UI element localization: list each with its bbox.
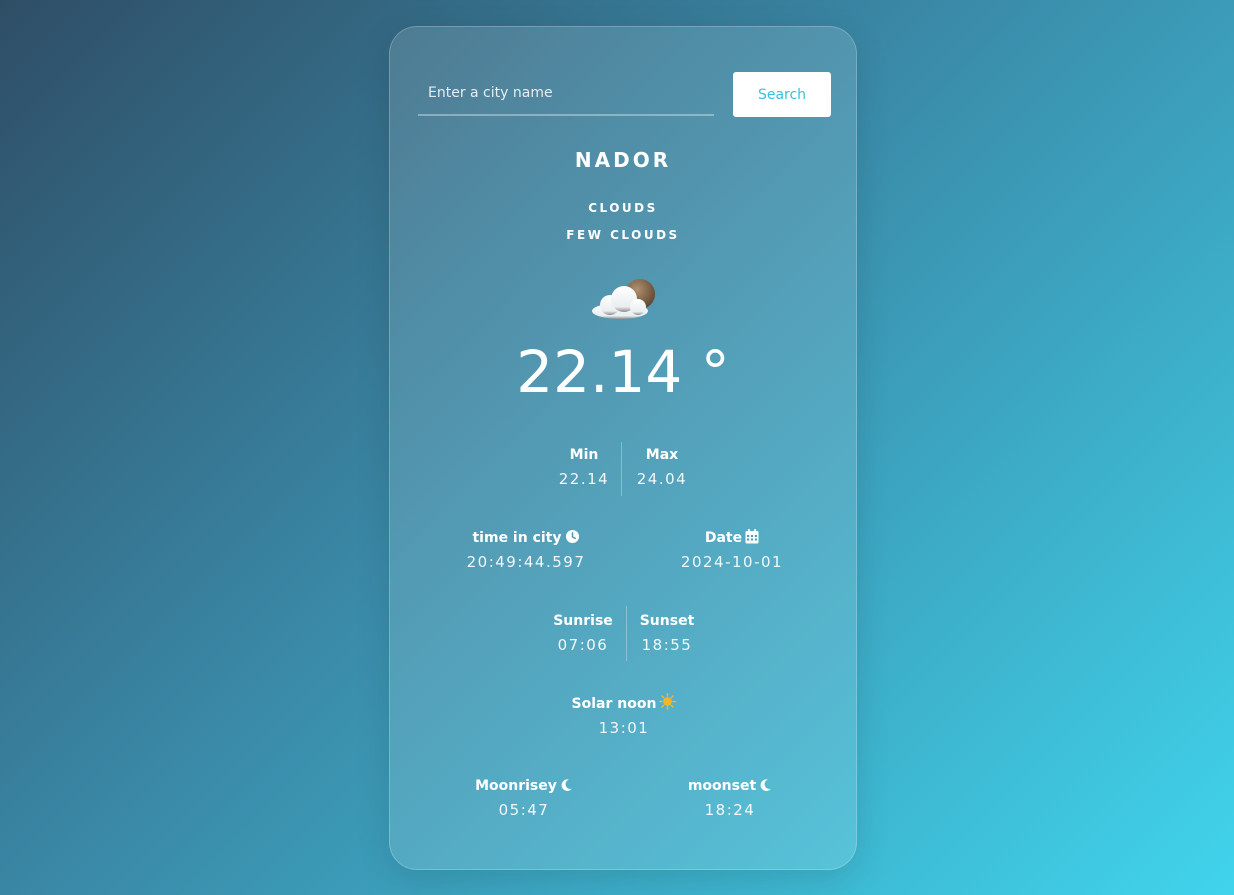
min-max-divider (621, 442, 622, 496)
moonset-label: moonset (687, 778, 757, 794)
sun-icon (659, 693, 677, 710)
moonset-block: moonset 18:24 (670, 776, 790, 821)
city-search-input[interactable] (418, 72, 714, 116)
min-value: 22.14 (558, 470, 610, 488)
moon-icon (760, 779, 772, 791)
search-button[interactable]: Search (733, 72, 831, 117)
date-value: 2024-10-01 (680, 553, 784, 571)
search-bar: Search (418, 72, 831, 118)
calendar-icon (745, 529, 759, 544)
weather-main: CLOUDS (588, 201, 658, 215)
max-label: Max (645, 447, 679, 463)
solar-noon-value: 13:01 (598, 719, 650, 737)
moonset-value: 18:24 (704, 801, 756, 819)
moonrise-value: 05:47 (498, 801, 550, 819)
moonrise-block: Moonrisey 05:47 (460, 776, 588, 821)
sunset-block: Sunset 18:55 (633, 611, 701, 656)
sunrise-value: 07:06 (557, 636, 609, 654)
sunset-label: Sunset (639, 613, 695, 629)
sunrise-block: Sunrise 07:06 (546, 611, 620, 656)
clock-icon (565, 529, 579, 544)
solar-noon-block: Solar noon 13:01 (540, 693, 708, 739)
time-value: 20:49:44.597 (466, 553, 586, 571)
few-clouds-night-icon (592, 279, 655, 319)
sunset-value: 18:55 (641, 636, 693, 654)
date-block: Date 2024-10-01 (662, 528, 802, 573)
time-block: time in city 20:49:44.597 (446, 528, 606, 573)
sunrise-label: Sunrise (553, 613, 613, 629)
time-label: time in city (472, 530, 562, 546)
min-label: Min (569, 447, 599, 463)
max-value: 24.04 (636, 470, 688, 488)
sun-divider (626, 606, 627, 661)
max-temp-block: Max 24.04 (630, 445, 694, 490)
min-temp-block: Min 22.14 (553, 445, 615, 490)
moon-icon (561, 779, 572, 791)
city-name: NADOR (574, 148, 672, 172)
weather-card: Search NADOR CLOUDS FEW CLOUDS 22.14 ° M (389, 26, 857, 870)
weather-description: FEW CLOUDS (566, 228, 680, 242)
date-label: Date (704, 530, 743, 546)
moonrise-label: Moonrisey (475, 778, 557, 794)
solar-noon-label: Solar noon (571, 696, 657, 712)
temperature: 22.14 ° (516, 338, 730, 406)
